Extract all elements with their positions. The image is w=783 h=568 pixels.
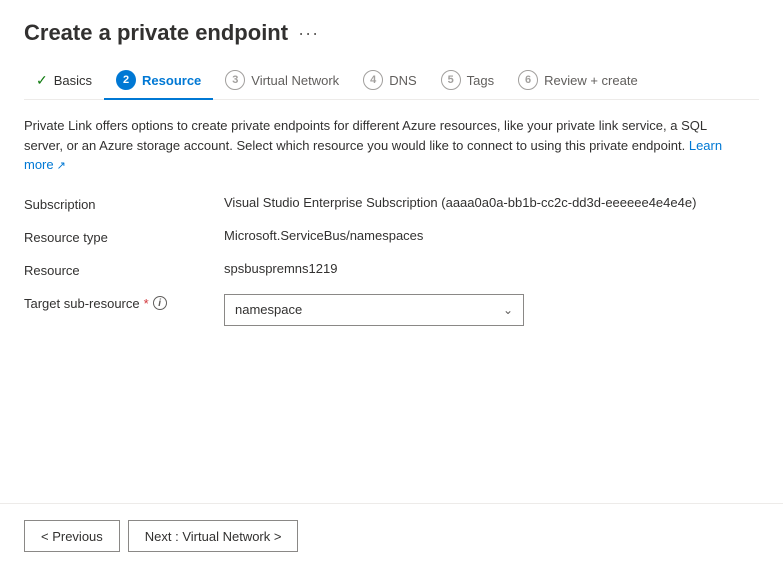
target-sub-resource-label: Target sub-resource * i [24, 294, 224, 311]
tab-basics-label: Basics [54, 73, 92, 88]
required-indicator: * [144, 296, 149, 311]
previous-button[interactable]: < Previous [24, 520, 120, 552]
resource-label: Resource [24, 261, 224, 278]
tab-tags-label: Tags [467, 73, 494, 88]
target-sub-resource-dropdown-wrapper: namespace ⌄ [224, 294, 759, 326]
tab-tags-step: 5 [441, 70, 461, 90]
tab-dns[interactable]: 4 DNS [351, 62, 428, 100]
check-icon: ✓ [36, 72, 48, 89]
tab-basics[interactable]: ✓ Basics [24, 64, 104, 99]
tab-dns-label: DNS [389, 73, 416, 88]
page-header: Create a private endpoint ··· [24, 20, 759, 46]
tab-resource-step: 2 [116, 70, 136, 90]
footer: < Previous Next : Virtual Network > [0, 503, 783, 568]
tab-review-step: 6 [518, 70, 538, 90]
target-sub-resource-row: Target sub-resource * i namespace ⌄ [24, 286, 759, 334]
resource-value: spsbuspremns1219 [224, 261, 759, 276]
page-container: Create a private endpoint ··· ✓ Basics 2… [0, 0, 783, 568]
tab-review[interactable]: 6 Review + create [506, 62, 650, 100]
tab-virtual-network[interactable]: 3 Virtual Network [213, 62, 351, 100]
page-title: Create a private endpoint [24, 20, 288, 46]
more-options-icon[interactable]: ··· [298, 23, 319, 44]
dropdown-selected-value: namespace [235, 302, 302, 317]
main-content: Private Link offers options to create pr… [24, 116, 759, 568]
resource-row: Resource spsbuspremns1219 [24, 253, 759, 286]
wizard-tabs: ✓ Basics 2 Resource 3 Virtual Network 4 … [24, 62, 759, 100]
tab-tags[interactable]: 5 Tags [429, 62, 506, 100]
info-icon[interactable]: i [153, 296, 167, 310]
next-button[interactable]: Next : Virtual Network > [128, 520, 299, 552]
tab-dns-step: 4 [363, 70, 383, 90]
tab-review-label: Review + create [544, 73, 638, 88]
resource-type-label: Resource type [24, 228, 224, 245]
tab-resource-label: Resource [142, 73, 201, 88]
tab-resource[interactable]: 2 Resource [104, 62, 213, 100]
subscription-value: Visual Studio Enterprise Subscription (a… [224, 195, 759, 210]
tab-virtual-network-label: Virtual Network [251, 73, 339, 88]
resource-type-row: Resource type Microsoft.ServiceBus/names… [24, 220, 759, 253]
subscription-label: Subscription [24, 195, 224, 212]
tab-virtual-network-step: 3 [225, 70, 245, 90]
chevron-down-icon: ⌄ [503, 303, 513, 317]
target-sub-resource-dropdown[interactable]: namespace ⌄ [224, 294, 524, 326]
subscription-row: Subscription Visual Studio Enterprise Su… [24, 187, 759, 220]
description-text: Private Link offers options to create pr… [24, 116, 744, 175]
resource-type-value: Microsoft.ServiceBus/namespaces [224, 228, 759, 243]
